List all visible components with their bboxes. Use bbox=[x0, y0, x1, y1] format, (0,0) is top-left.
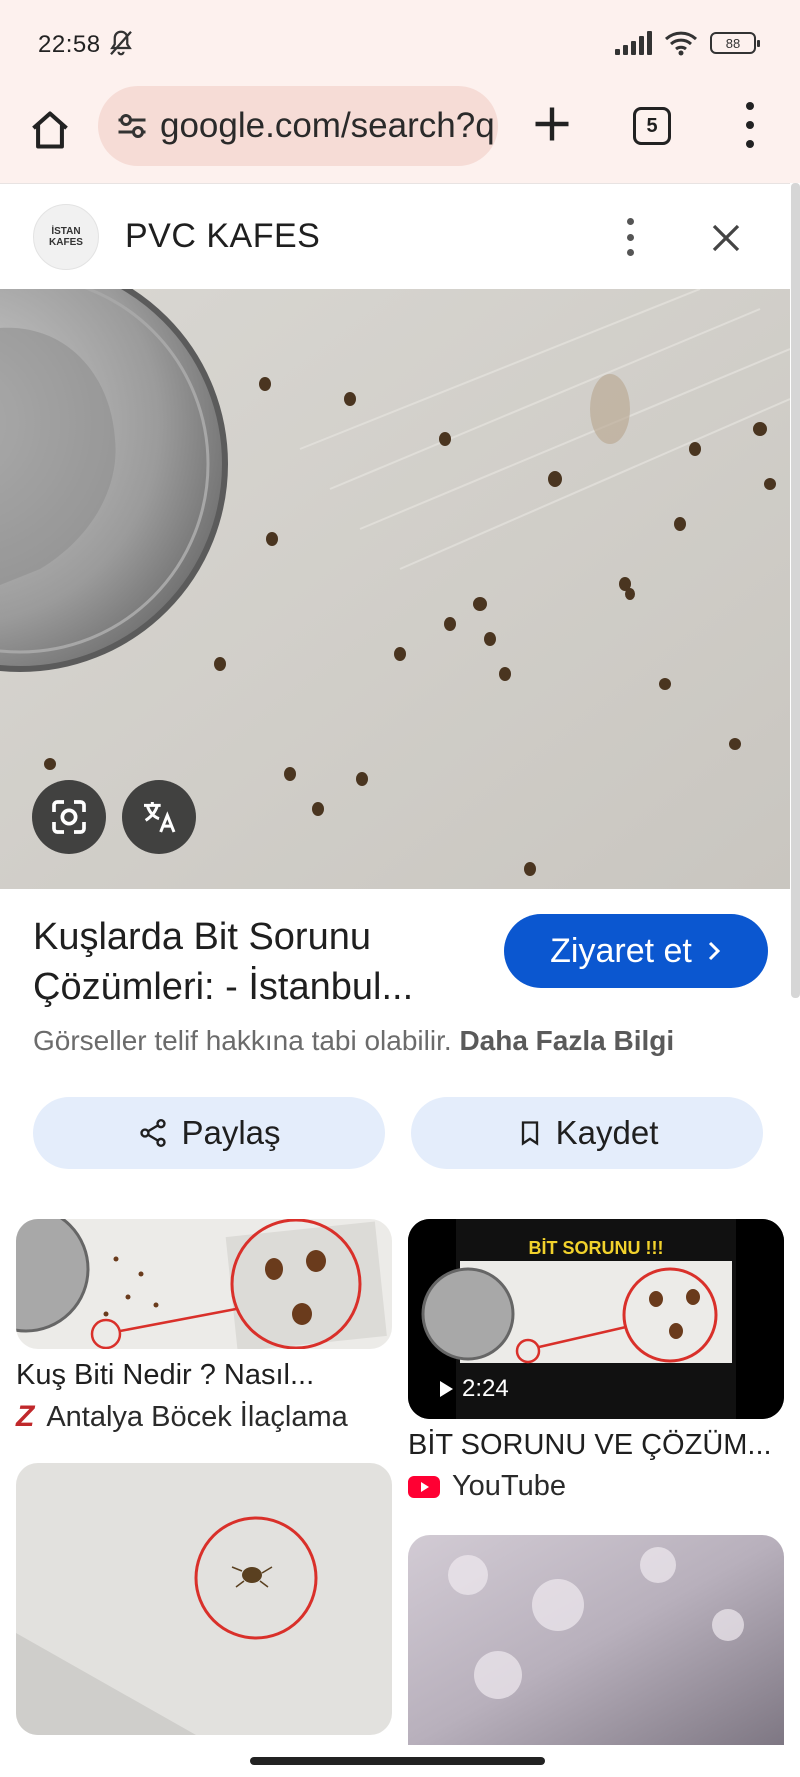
share-label: Paylaş bbox=[181, 1114, 281, 1151]
play-icon bbox=[440, 1381, 453, 1397]
translate-button[interactable] bbox=[122, 780, 196, 854]
copyright-notice: Görseller telif hakkına tabi olabilir. D… bbox=[33, 1025, 674, 1057]
mites-on-surface-photo bbox=[0, 289, 790, 889]
mite-zoom-thumbnail bbox=[16, 1219, 392, 1349]
bell-off-icon bbox=[110, 30, 132, 56]
home-indicator[interactable] bbox=[250, 1757, 545, 1765]
address-bar[interactable]: google.com/search?q bbox=[98, 86, 498, 166]
image-panel-header: İSTAN KAFES PVC KAFES bbox=[0, 183, 790, 289]
visit-label: Ziyaret et bbox=[550, 931, 692, 970]
battery-indicator: 88 bbox=[710, 32, 760, 54]
related-thumbnail[interactable] bbox=[16, 1219, 392, 1349]
bookmark-icon bbox=[521, 1121, 538, 1146]
tabs-button[interactable]: 5 bbox=[633, 107, 671, 145]
site-logo: İSTAN KAFES bbox=[33, 204, 99, 270]
related-card[interactable] bbox=[16, 1463, 392, 1735]
related-source[interactable]: YouTube bbox=[408, 1470, 784, 1503]
status-icons: 88 bbox=[615, 30, 760, 56]
status-bar: 22:58 88 bbox=[0, 0, 800, 86]
plus-icon[interactable] bbox=[530, 102, 574, 146]
close-icon[interactable] bbox=[708, 220, 744, 256]
source-name: Antalya Böcek İlaçlama bbox=[46, 1400, 348, 1433]
save-label: Kaydet bbox=[555, 1114, 659, 1151]
closeup-texture-thumbnail bbox=[408, 1535, 784, 1745]
status-time: 22:58 bbox=[38, 31, 101, 58]
related-thumbnail[interactable] bbox=[408, 1535, 784, 1745]
home-button[interactable] bbox=[24, 104, 76, 156]
visit-button[interactable]: Ziyaret et bbox=[504, 914, 768, 988]
save-button[interactable]: Kaydet bbox=[411, 1097, 763, 1169]
lens-icon bbox=[52, 800, 86, 834]
video-duration: 2:24 bbox=[438, 1375, 509, 1403]
related-title[interactable]: Kuş Biti Nedir ? Nasıl... bbox=[16, 1359, 392, 1392]
related-card[interactable]: Kuş Biti Nedir ? Nasıl... Z Antalya Böce… bbox=[16, 1219, 392, 1434]
learn-more-link[interactable]: Daha Fazla Bilgi bbox=[459, 1025, 674, 1056]
chevron-right-icon bbox=[708, 941, 720, 961]
share-icon bbox=[140, 1119, 167, 1147]
related-card[interactable] bbox=[408, 1535, 784, 1745]
tab-count: 5 bbox=[646, 114, 658, 137]
video-caption: BİT SORUNU !!! bbox=[529, 1238, 664, 1258]
copyright-text: Görseller telif hakkına tabi olabilir. bbox=[33, 1025, 452, 1056]
wifi-icon bbox=[664, 31, 698, 56]
site-name[interactable]: PVC KAFES bbox=[125, 217, 320, 256]
related-thumbnail[interactable] bbox=[16, 1463, 392, 1735]
browser-toolbar: google.com/search?q 5 bbox=[0, 86, 800, 183]
share-button[interactable]: Paylaş bbox=[33, 1097, 385, 1169]
duration-text: 2:24 bbox=[462, 1375, 509, 1402]
lens-button[interactable] bbox=[32, 780, 106, 854]
youtube-icon bbox=[408, 1475, 440, 1498]
related-title[interactable]: BİT SORUNU VE ÇÖZÜM... bbox=[408, 1429, 784, 1462]
result-title[interactable]: Kuşlarda Bit Sorunu Çözümleri: - İstanbu… bbox=[33, 912, 483, 1012]
logo-line-1: İSTAN bbox=[51, 226, 81, 237]
tune-icon[interactable] bbox=[114, 108, 150, 144]
logo-line-2: KAFES bbox=[49, 237, 83, 248]
related-source[interactable]: Z Antalya Böcek İlaçlama bbox=[16, 1400, 392, 1434]
scrollbar[interactable] bbox=[791, 183, 800, 998]
url-text: google.com/search?q bbox=[160, 106, 495, 145]
battery-level: 88 bbox=[725, 35, 741, 51]
main-image[interactable] bbox=[0, 289, 790, 889]
home-icon bbox=[32, 111, 68, 149]
related-card[interactable]: BİT SORUNU !!! 2:24 BİT SORUNU VE ÇÖZÜM.… bbox=[408, 1219, 784, 1503]
browser-chrome: 22:58 88 google.com/search?q 5 bbox=[0, 0, 800, 183]
single-mite-thumbnail bbox=[16, 1463, 392, 1735]
source-logo-icon: Z bbox=[16, 1400, 35, 1433]
kebab-icon[interactable] bbox=[620, 218, 640, 256]
related-video-thumbnail[interactable]: BİT SORUNU !!! 2:24 bbox=[408, 1219, 784, 1419]
source-name: YouTube bbox=[452, 1470, 566, 1502]
signal-icon bbox=[615, 31, 652, 55]
translate-icon bbox=[144, 802, 176, 833]
menu-icon[interactable] bbox=[740, 102, 760, 148]
